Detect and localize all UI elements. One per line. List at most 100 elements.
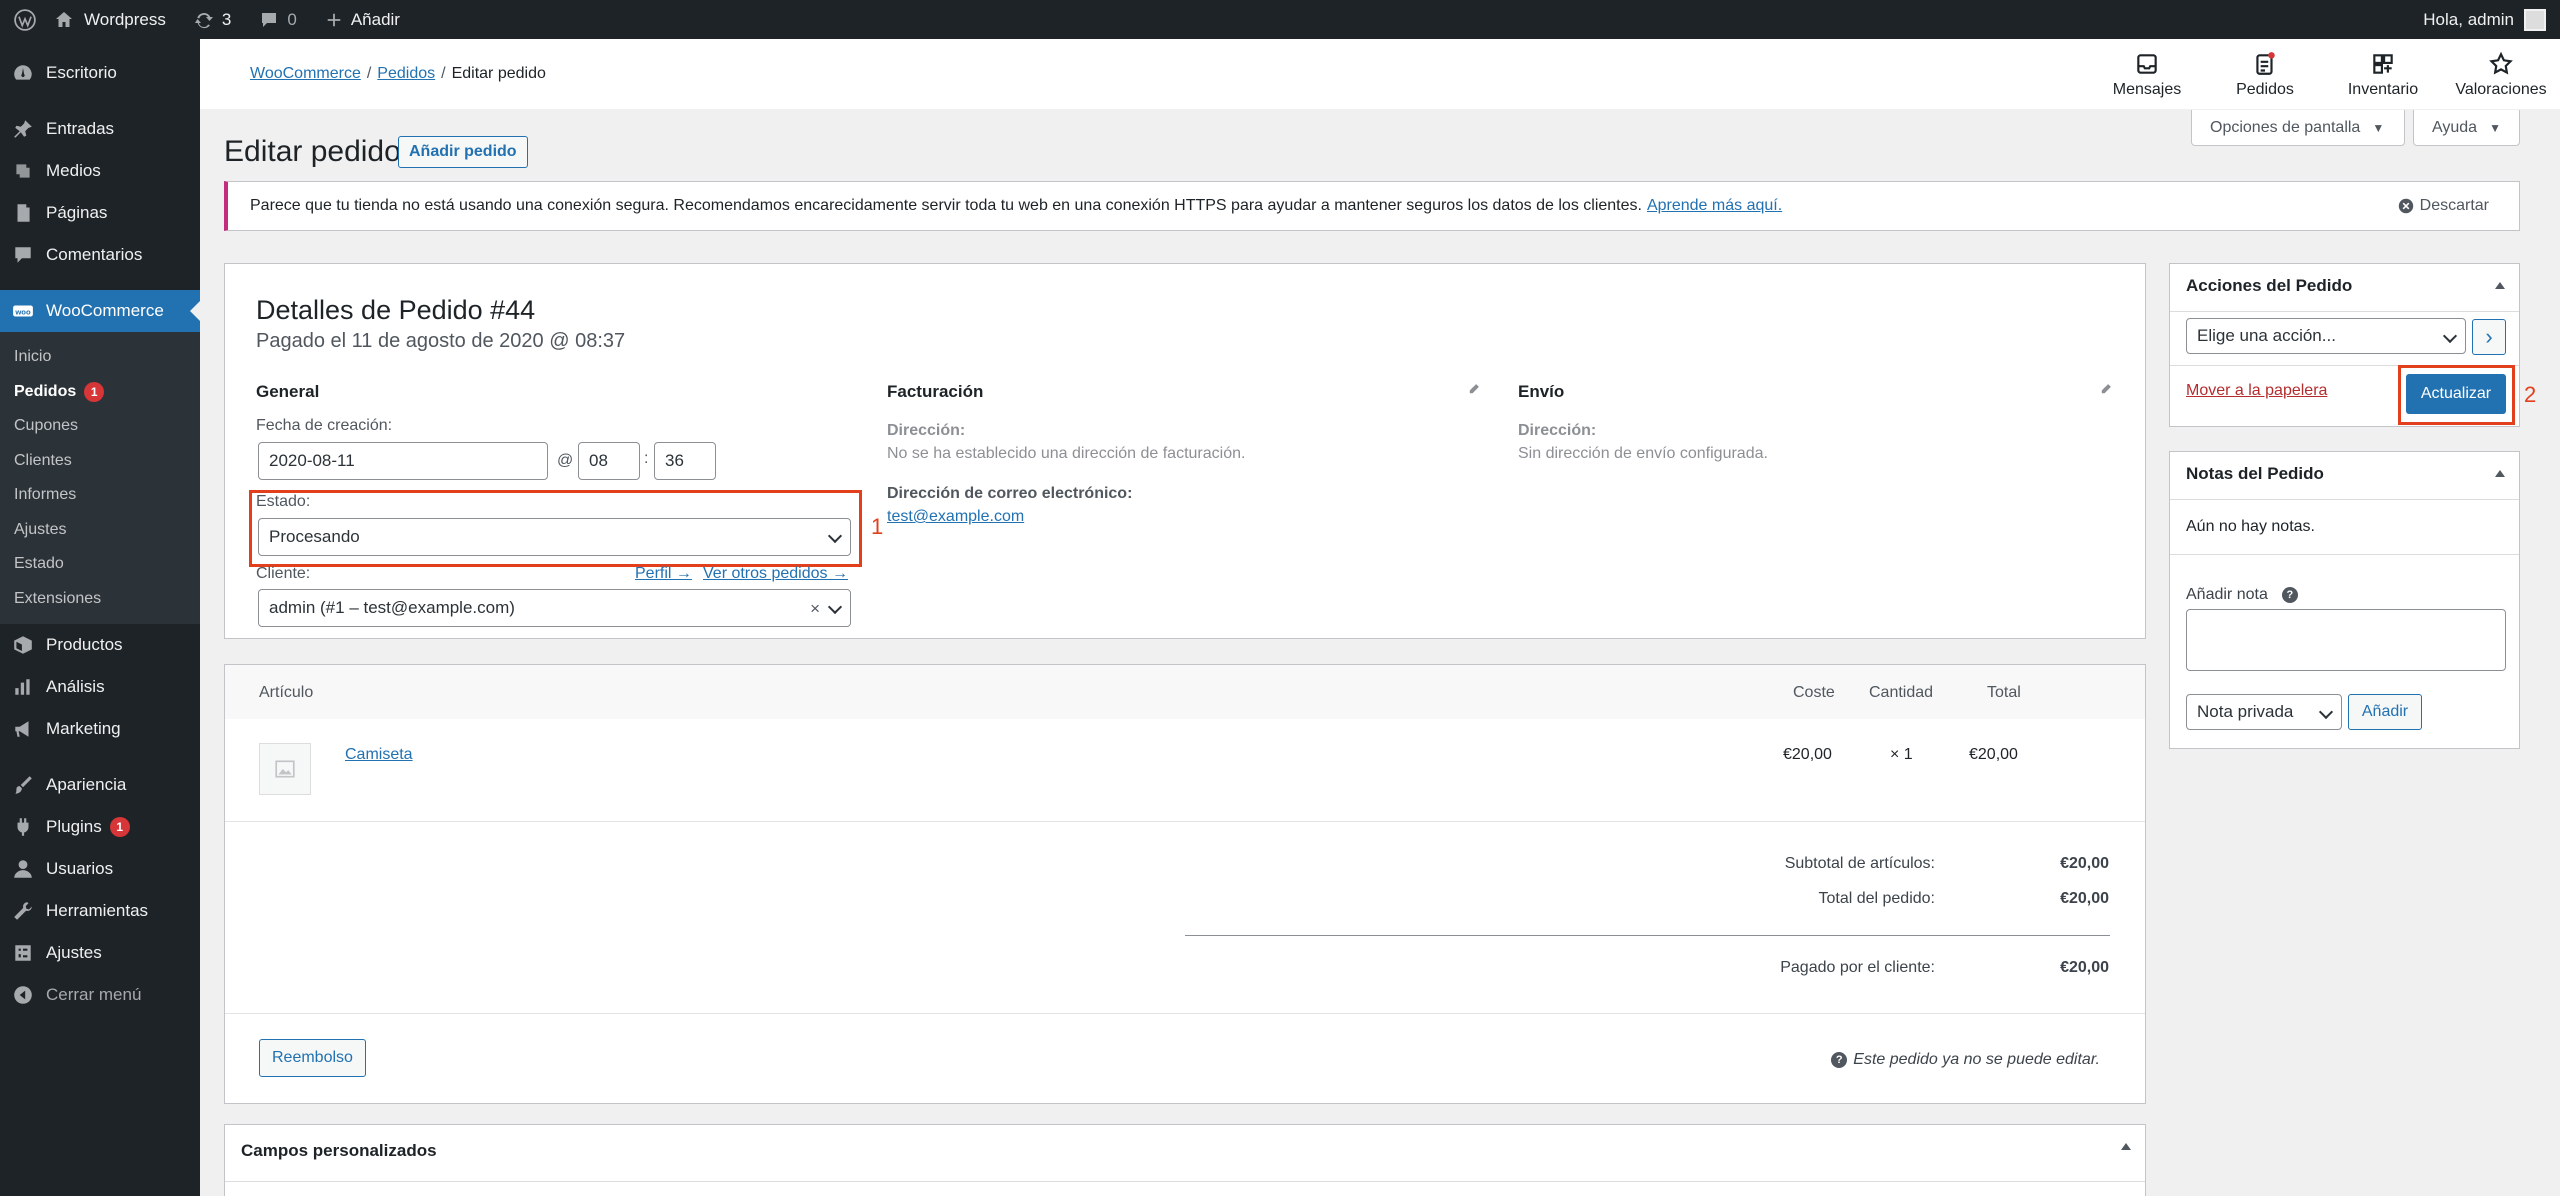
site-name-link[interactable]: Wordpress [50,0,180,39]
order-minute-input[interactable]: 36 [654,442,716,480]
customer-other-orders-link[interactable]: Ver otros pedidos → [703,565,848,583]
brush-icon [10,772,36,798]
notice-text: Parece que tu tienda no está usando una … [250,197,1642,214]
sidebar-item-ajustes[interactable]: Ajustes [0,932,200,974]
add-note-button[interactable]: Añadir [2348,694,2422,730]
apply-action-button[interactable]: › [2472,319,2506,355]
sidebar-item-apariencia[interactable]: Apariencia [0,764,200,806]
order-date-input[interactable]: 2020-08-11 [258,442,548,480]
col-cost: Coste [1793,684,1835,701]
item-qty: × 1 [1890,746,1913,763]
sidebar-item-medios[interactable]: Medios [0,150,200,192]
https-notice: Parece que tu tienda no está usando una … [224,181,2520,231]
customer-label: Cliente: [256,565,311,582]
customer-select[interactable]: admin (#1 – test@example.com) × [258,589,851,627]
admin-bar: Wordpress 3 0 Añadir Hola, admin [0,0,2560,39]
billing-address-value: No se ha establecido una dirección de fa… [887,445,1246,462]
help-button[interactable]: Ayuda ▼ [2413,110,2520,146]
sidebar-item-marketing[interactable]: Marketing [0,708,200,750]
sidebar-item-herramientas[interactable]: Herramientas [0,890,200,932]
item-name-link[interactable]: Camiseta [345,746,413,764]
col-qty: Cantidad [1869,684,1934,701]
sidebar-item-usuarios[interactable]: Usuarios [0,848,200,890]
submenu-inicio[interactable]: Inicio [0,340,200,375]
breadcrumb-pedidos[interactable]: Pedidos [377,65,435,82]
clear-icon[interactable]: × [810,599,820,619]
site-name: Wordpress [84,9,166,29]
avatar [2524,8,2546,31]
wordpress-logo-icon[interactable] [0,0,50,39]
notice-learn-more-link[interactable]: Aprende más aquí. [1647,197,1782,215]
order-notes-title: Notas del Pedido [2186,464,2324,483]
chevron-down-icon [2442,328,2458,344]
my-account[interactable]: Hola, admin [2423,8,2560,31]
order-actions-title: Acciones del Pedido [2186,276,2353,295]
submenu-extensiones[interactable]: Extensiones [0,582,200,617]
submenu-ajustes[interactable]: Ajustes [0,513,200,548]
submenu-cupones[interactable]: Cupones [0,409,200,444]
toggle-panel-icon[interactable] [2495,470,2505,477]
admin-sidebar: Escritorio Entradas Medios Páginas Comen… [0,39,200,1196]
refund-button[interactable]: Reembolso [259,1039,366,1077]
tool-mensajes[interactable]: Mensajes [2088,51,2206,99]
breadcrumb-woocommerce[interactable]: WooCommerce [250,65,361,82]
new-label: Añadir [350,9,400,29]
sidebar-item-plugins[interactable]: Plugins 1 [0,806,200,848]
sidebar-item-comentarios[interactable]: Comentarios [0,234,200,276]
greeting: Hola, admin [2423,9,2514,29]
orders-badge: 1 [84,381,105,402]
settings-icon [10,940,36,966]
new-content-link[interactable]: Añadir [311,0,414,39]
col-item: Artículo [259,684,314,701]
submenu-clientes[interactable]: Clientes [0,444,200,479]
sidebar-item-paginas[interactable]: Páginas [0,192,200,234]
sidebar-item-entradas[interactable]: Entradas [0,108,200,150]
dashboard-icon [10,60,36,86]
edit-shipping-pencil-icon[interactable] [2099,382,2113,396]
comments-count: 0 [287,9,297,29]
add-order-button[interactable]: Añadir pedido [398,136,528,168]
pin-icon [10,116,36,142]
order-hour-input[interactable]: 08 [578,442,640,480]
tool-valoraciones[interactable]: Valoraciones [2442,51,2560,99]
updates-link[interactable]: 3 [180,0,245,39]
shipping-address-label: Dirección: [1518,422,1597,439]
screen-options-button[interactable]: Opciones de pantalla ▼ [2191,110,2405,146]
tool-pedidos[interactable]: Pedidos [2206,51,2324,99]
submenu-pedidos[interactable]: Pedidos 1 [0,375,200,410]
breadcrumb: WooCommerce / Pedidos / Editar pedido [250,65,546,82]
customer-profile-link[interactable]: Perfil → [635,565,692,583]
submenu-estado[interactable]: Estado [0,547,200,582]
sidebar-item-woocommerce[interactable]: woo WooCommerce [0,290,200,332]
order-heading: Detalles de Pedido #44 [256,295,536,325]
chevron-down-icon [2318,704,2334,720]
sidebar-collapse[interactable]: Cerrar menú [0,974,200,1016]
help-icon[interactable]: ? [2281,587,2298,603]
media-icon [10,158,36,184]
breadcrumb-current: Editar pedido [451,65,546,82]
note-textarea[interactable] [2186,609,2506,671]
note-type-select[interactable]: Nota privada [2186,694,2342,730]
billing-address-label: Dirección: [887,422,966,439]
general-title: General [256,382,320,401]
sidebar-item-escritorio[interactable]: Escritorio [0,52,200,94]
chevron-down-icon [827,599,843,615]
notice-dismiss[interactable]: Descartar [2398,197,2489,215]
shipping-address-value: Sin dirección de envío configurada. [1518,445,1768,462]
comments-link[interactable]: 0 [245,0,310,39]
move-to-trash-link[interactable]: Mover a la papelera [2186,382,2327,400]
subtotal-label: Subtotal de artículos: [1784,855,1935,872]
close-circle-icon [2398,198,2413,214]
tool-inventario[interactable]: Inventario [2324,51,2442,99]
updates-count: 3 [221,9,232,29]
sidebar-item-analisis[interactable]: Análisis [0,666,200,708]
billing-email-link[interactable]: test@example.com [887,508,1024,526]
toggle-panel-icon[interactable] [2495,282,2505,289]
edit-billing-pencil-icon[interactable] [1467,382,1481,396]
order-total-label: Total del pedido: [1818,890,1935,907]
toggle-panel-icon[interactable] [2121,1143,2131,1150]
order-action-select[interactable]: Elige una acción... [2186,318,2466,354]
plugins-badge: 1 [109,817,130,837]
submenu-informes[interactable]: Informes [0,478,200,513]
sidebar-item-productos[interactable]: Productos [0,624,200,666]
